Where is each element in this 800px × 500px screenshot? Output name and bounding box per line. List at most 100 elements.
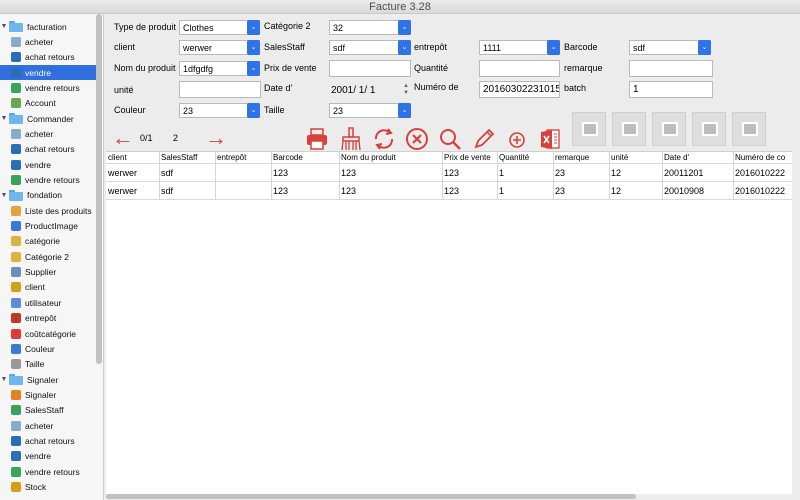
- previous-arrow-icon[interactable]: ←: [112, 127, 134, 149]
- sidebar-item[interactable]: Taille: [0, 357, 96, 372]
- sidebar-item[interactable]: Signaler: [0, 387, 96, 402]
- sidebar-group[interactable]: ▼ fondation: [0, 188, 96, 203]
- sidebar-item[interactable]: client: [0, 280, 96, 295]
- disclosure-triangle-icon[interactable]: ▼: [0, 23, 8, 30]
- sidebar-item[interactable]: achat retours: [0, 50, 96, 65]
- sidebar-item[interactable]: coûtcatégorie: [0, 326, 96, 341]
- client-select[interactable]: werwer ⌄: [179, 40, 260, 55]
- sidebar-item[interactable]: utilisateur: [0, 295, 96, 310]
- sidebar-item[interactable]: vendre retours: [0, 80, 96, 95]
- sidebar-item[interactable]: Couleur: [0, 341, 96, 356]
- sidebar-item[interactable]: Account: [0, 96, 96, 111]
- couleur-select[interactable]: 23 ⌄: [179, 103, 260, 118]
- sidebar-item[interactable]: SalesStaff: [0, 403, 96, 418]
- column-divider[interactable]: [609, 152, 610, 199]
- column-divider[interactable]: [553, 152, 554, 199]
- quantite-field[interactable]: [479, 60, 560, 77]
- sidebar-item[interactable]: acheter: [0, 34, 96, 49]
- sidebar-item[interactable]: vendre: [0, 65, 96, 81]
- sidebar-item[interactable]: ProductImage: [0, 219, 96, 234]
- batch-field[interactable]: 1: [629, 81, 713, 98]
- column-header[interactable]: Prix de vente: [443, 153, 497, 162]
- date-field[interactable]: 2001/ 1/ 1: [331, 85, 375, 96]
- sidebar-group[interactable]: ▼ Signaler: [0, 372, 96, 387]
- column-divider[interactable]: [662, 152, 663, 199]
- sidebar-item[interactable]: Stock: [0, 480, 96, 495]
- salesstaff-select[interactable]: sdf ⌄: [329, 40, 411, 55]
- sidebar-group[interactable]: ▼ Commander: [0, 111, 96, 126]
- menu-item-icon: [11, 343, 21, 354]
- column-divider[interactable]: [215, 152, 216, 199]
- add-icon[interactable]: [504, 126, 530, 152]
- image-placeholder-icon[interactable]: [732, 112, 766, 146]
- search-icon[interactable]: [437, 126, 463, 152]
- column-header[interactable]: Nom du produit: [340, 153, 442, 162]
- sidebar-item[interactable]: vendre retours: [0, 173, 96, 188]
- image-placeholder-icon[interactable]: [572, 112, 606, 146]
- type-produit-select[interactable]: Clothes ⌄: [179, 20, 260, 35]
- sidebar-scrollbar[interactable]: [96, 14, 102, 364]
- sidebar-item[interactable]: achat retours: [0, 142, 96, 157]
- column-header[interactable]: client: [107, 153, 159, 162]
- sidebar-item[interactable]: acheter: [0, 126, 96, 141]
- unite-field[interactable]: [179, 81, 261, 98]
- column-header[interactable]: Barcode: [272, 153, 339, 162]
- sidebar-item[interactable]: vendre: [0, 157, 96, 172]
- sidebar-item[interactable]: Supplier: [0, 265, 96, 280]
- categorie2-select[interactable]: 32 ⌄: [329, 20, 411, 35]
- barcode-select[interactable]: sdf ⌄: [629, 40, 711, 55]
- column-header[interactable]: unité: [610, 153, 662, 162]
- sidebar-item[interactable]: vendre retours: [0, 464, 96, 479]
- sidebar-item[interactable]: catégorie: [0, 234, 96, 249]
- menu-item-icon: [11, 52, 21, 63]
- couleur-label: Couleur: [114, 105, 146, 115]
- sidebar-item[interactable]: Catégorie 2: [0, 249, 96, 264]
- delete-icon[interactable]: [404, 126, 430, 152]
- sidebar-item[interactable]: entrepôt: [0, 311, 96, 326]
- taille-select[interactable]: 23 ⌄: [329, 103, 411, 118]
- menu-item-icon: [11, 251, 21, 262]
- image-placeholder-icon[interactable]: [692, 112, 726, 146]
- table-cell: 123: [341, 186, 357, 196]
- next-arrow-icon[interactable]: →: [205, 127, 227, 149]
- data-table[interactable]: client SalesStaff entrepôt Barcode Nom du pr…: [106, 151, 792, 494]
- entrepot-select[interactable]: 1111 ⌄: [479, 40, 560, 55]
- nom-produit-select[interactable]: 1dfgdfg ⌄: [179, 61, 260, 76]
- sidebar-item[interactable]: achat retours: [0, 433, 96, 448]
- broom-icon[interactable]: [338, 126, 364, 152]
- column-header[interactable]: entrepôt: [216, 153, 271, 162]
- numero-field[interactable]: 20160302231015: [479, 81, 560, 98]
- column-header[interactable]: Date d': [663, 153, 733, 162]
- image-placeholder-icon[interactable]: [652, 112, 686, 146]
- sidebar-item-label: vendre retours: [25, 175, 80, 185]
- column-divider[interactable]: [339, 152, 340, 199]
- disclosure-triangle-icon[interactable]: ▼: [0, 376, 8, 383]
- column-header[interactable]: remarque: [554, 153, 609, 162]
- refresh-icon[interactable]: [371, 126, 397, 152]
- prix-vente-field[interactable]: [329, 60, 411, 77]
- table-row[interactable]: werwer sdf 123 123 123 1 23 12 20011201 201601022…: [106, 165, 792, 182]
- column-header[interactable]: Quantité: [498, 153, 553, 162]
- table-row[interactable]: werwer sdf 123 123 123 1 23 12 20010908 201601022…: [106, 183, 792, 200]
- horizontal-scrollbar[interactable]: [106, 494, 636, 499]
- column-divider[interactable]: [159, 152, 160, 199]
- pencil-icon[interactable]: [471, 126, 497, 152]
- sidebar-item[interactable]: Liste des produits: [0, 203, 96, 218]
- sidebar-item[interactable]: vendre: [0, 449, 96, 464]
- sidebar-group[interactable]: ▼ facturation: [0, 19, 96, 34]
- chevron-down-icon: ⌄: [247, 103, 260, 118]
- column-divider[interactable]: [271, 152, 272, 199]
- excel-export-icon[interactable]: [537, 126, 563, 152]
- date-stepper[interactable]: ▲ ▼: [402, 83, 410, 98]
- column-divider[interactable]: [442, 152, 443, 199]
- image-placeholder-icon[interactable]: [612, 112, 646, 146]
- sidebar-item[interactable]: acheter: [0, 418, 96, 433]
- column-divider[interactable]: [733, 152, 734, 199]
- remarque-field[interactable]: [629, 60, 713, 77]
- column-header[interactable]: SalesStaff: [160, 153, 215, 162]
- disclosure-triangle-icon[interactable]: ▼: [0, 192, 8, 199]
- disclosure-triangle-icon[interactable]: ▼: [0, 115, 8, 122]
- printer-icon[interactable]: [304, 126, 330, 152]
- column-header[interactable]: Numéro de co: [734, 153, 792, 162]
- column-divider[interactable]: [497, 152, 498, 199]
